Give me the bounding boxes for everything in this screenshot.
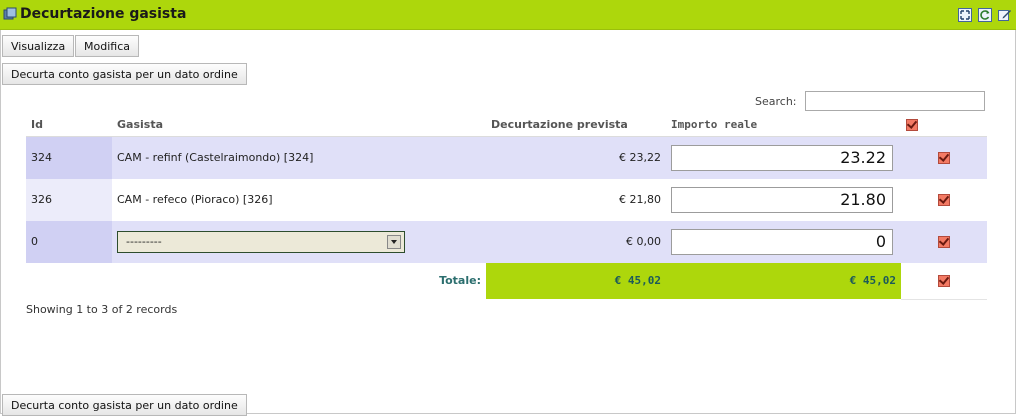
row-gasista: CAM - refinf (Castelraimondo) [324] [112, 136, 486, 179]
window-titlebar: Decurtazione gasista [0, 0, 1016, 30]
importo-input[interactable] [671, 186, 893, 213]
importo-input[interactable] [671, 228, 893, 255]
refresh-icon[interactable] [978, 8, 992, 22]
row-checkbox[interactable] [938, 152, 950, 165]
decurtazione-table: Id Gasista Decurtazione prevista Importo… [26, 113, 987, 300]
totals-importo: € 45,02 [666, 262, 901, 299]
row-gasista: CAM - refeco (Pioraco) [326] [112, 178, 486, 221]
decurta-button-top[interactable]: Decurta conto gasista per un dato ordine [2, 63, 247, 85]
search-label: Search: [755, 95, 797, 108]
gasista-select-value: --------- [126, 234, 162, 248]
gasista-select[interactable]: --------- [117, 230, 405, 253]
row-checkbox[interactable] [938, 194, 950, 206]
row-id: 324 [26, 136, 112, 179]
chevron-down-icon[interactable] [387, 234, 401, 249]
search-input[interactable] [805, 91, 985, 111]
row-id: 326 [26, 178, 112, 221]
window-title: Decurtazione gasista [20, 6, 187, 22]
table-row: 324 CAM - refinf (Castelraimondo) [324] … [26, 136, 987, 179]
header-gasista[interactable]: Gasista [112, 113, 486, 137]
visualizza-button[interactable]: Visualizza [2, 35, 75, 57]
totals-checkbox[interactable] [938, 275, 950, 287]
table-row: 0 --------- € 0,00 [26, 220, 987, 263]
row-decurtazione: € 23,22 [486, 136, 666, 179]
header-decurtazione[interactable]: Decurtazione prevista [486, 113, 666, 137]
importo-input[interactable] [671, 144, 893, 171]
modifica-button[interactable]: Modifica [75, 35, 139, 57]
row-decurtazione: € 0,00 [486, 220, 666, 263]
header-id[interactable]: Id [26, 113, 112, 137]
totals-row: Totale: € 45,02 € 45,02 [26, 262, 987, 300]
window-title-icon [3, 7, 17, 20]
row-id: 0 [26, 220, 112, 263]
maximize-icon[interactable] [958, 8, 972, 22]
header-select-all[interactable] [901, 113, 987, 137]
header-importo[interactable]: Importo reale [666, 113, 901, 137]
totals-decurtazione: € 45,02 [486, 262, 666, 299]
select-all-checkbox[interactable] [906, 119, 918, 131]
records-info: Showing 1 to 3 of 2 records [26, 303, 178, 316]
totals-label: Totale: [439, 274, 481, 288]
row-decurtazione: € 21,80 [486, 178, 666, 221]
decurta-button-bottom[interactable]: Decurta conto gasista per un dato ordine [2, 394, 247, 416]
table-row: 326 CAM - refeco (Pioraco) [326] € 21,80 [26, 178, 987, 221]
edit-icon[interactable] [998, 8, 1012, 22]
row-checkbox[interactable] [938, 236, 950, 248]
